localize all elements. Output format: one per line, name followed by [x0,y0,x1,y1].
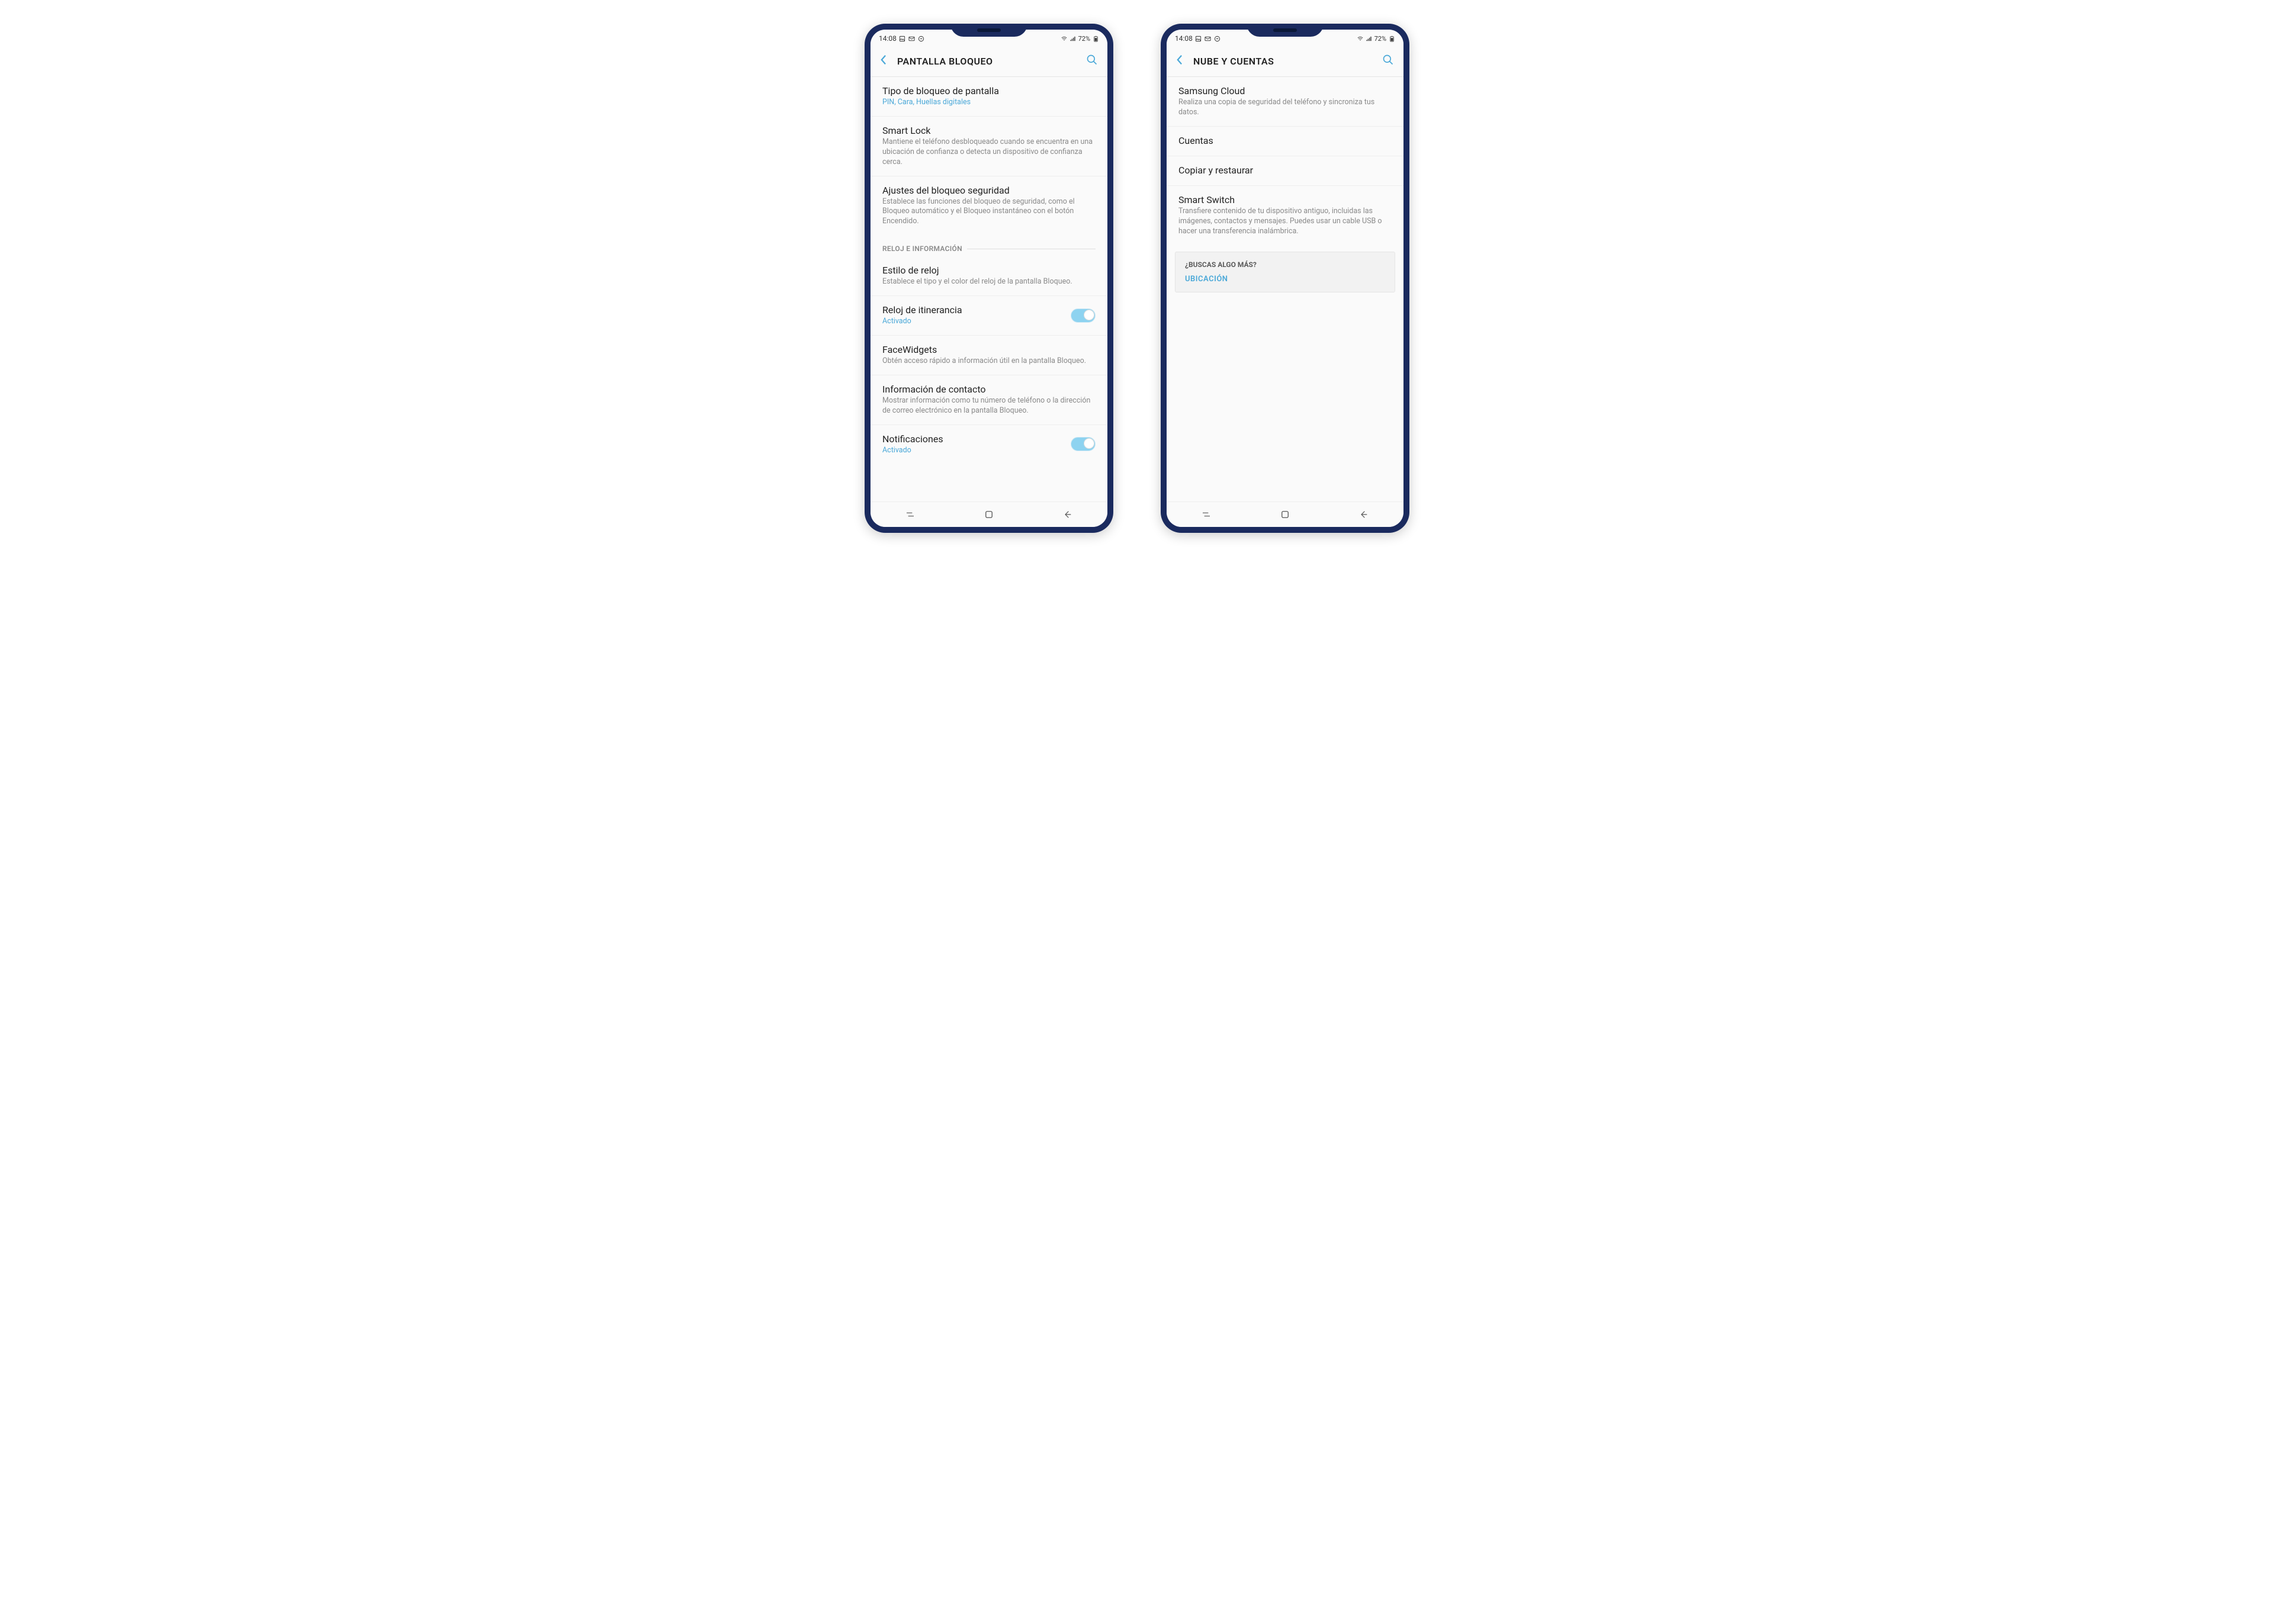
item-screen-lock-type[interactable]: Tipo de bloqueo de pantalla PIN, Cara, H… [871,77,1107,117]
header: PANTALLA BLOQUEO [871,46,1107,77]
item-smart-switch[interactable]: Smart Switch Transfiere contenido de tu … [1167,186,1403,245]
signal-icon [1366,35,1373,42]
search-button[interactable] [1382,54,1394,68]
item-title: Samsung Cloud [1178,85,1392,97]
battery-icon [1388,35,1395,42]
sync-icon [918,35,925,42]
notch [950,24,1027,37]
battery-percent: 72% [1078,35,1090,43]
item-title: Ajustes del bloqueo seguridad [882,185,1096,196]
page-title: NUBE Y CUENTAS [1193,56,1382,67]
mail-icon [908,35,916,42]
home-button[interactable] [1273,509,1297,520]
back-nav-button[interactable] [1352,510,1376,519]
phone-left: 14:08 72% PANTALLA BLOQUEO Tipo de bloqu… [865,24,1113,533]
wifi-icon [1061,35,1068,42]
item-sub: Mantiene el teléfono desbloqueado cuando… [882,137,1096,168]
item-sub: Activado [882,446,1071,456]
item-sub: Mostrar información como tu número de te… [882,396,1096,416]
more-question: ¿BUSCAS ALGO MÁS? [1185,261,1385,269]
item-title: Tipo de bloqueo de pantalla [882,85,1096,97]
signal-icon [1069,35,1077,42]
sync-icon [1214,35,1221,42]
item-title: Notificaciones [882,433,1071,445]
item-title: Smart Lock [882,125,1096,136]
item-roaming-clock[interactable]: Reloj de itinerancia Activado [871,296,1107,336]
mail-icon [1205,35,1212,42]
location-link[interactable]: UBICACIÓN [1185,275,1385,284]
item-backup-restore[interactable]: Copiar y restaurar [1167,156,1403,186]
item-sub: Establece las funciones del bloqueo de s… [882,197,1096,227]
image-icon [899,35,906,42]
notifications-toggle[interactable] [1071,437,1096,451]
item-title: Copiar y restaurar [1178,165,1392,176]
item-sub: Activado [882,317,1071,327]
item-sub: Obtén acceso rápido a información útil e… [882,356,1096,366]
header: NUBE Y CUENTAS [1167,46,1403,77]
item-title: Cuentas [1178,135,1392,146]
item-sub: Establece el tipo y el color del reloj d… [882,277,1096,287]
item-smart-lock[interactable]: Smart Lock Mantiene el teléfono desbloqu… [871,117,1107,176]
back-button[interactable] [880,54,887,68]
item-title: Smart Switch [1178,194,1392,205]
screen-left: 14:08 72% PANTALLA BLOQUEO Tipo de bloqu… [871,30,1107,527]
item-title: Información de contacto [882,384,1096,395]
settings-list[interactable]: Tipo de bloqueo de pantalla PIN, Cara, H… [871,77,1107,501]
back-button[interactable] [1176,54,1183,68]
screen-right: 14:08 72% NUBE Y CUENTAS Samsung Cloud [1167,30,1403,527]
wifi-icon [1357,35,1364,42]
item-sub: Transfiere contenido de tu dispositivo a… [1178,207,1392,237]
nav-bar [1167,501,1403,527]
battery-icon [1092,35,1099,42]
item-clock-style[interactable]: Estilo de reloj Establece el tipo y el c… [871,256,1107,296]
home-button[interactable] [977,509,1001,520]
image-icon [1195,35,1202,42]
settings-list[interactable]: Samsung Cloud Realiza una copia de segur… [1167,77,1403,501]
item-sub: PIN, Cara, Huellas digitales [882,98,1096,108]
item-title: FaceWidgets [882,344,1096,355]
item-samsung-cloud[interactable]: Samsung Cloud Realiza una copia de segur… [1167,77,1403,127]
looking-for-more-box: ¿BUSCAS ALGO MÁS? UBICACIÓN [1175,252,1395,292]
roaming-clock-toggle[interactable] [1071,308,1096,323]
section-clock-info: RELOJ E INFORMACIÓN [871,235,1107,256]
item-notifications[interactable]: Notificaciones Activado [871,425,1107,464]
item-accounts[interactable]: Cuentas [1167,127,1403,156]
page-title: PANTALLA BLOQUEO [897,56,1086,67]
phone-right: 14:08 72% NUBE Y CUENTAS Samsung Cloud [1161,24,1409,533]
nav-bar [871,501,1107,527]
search-button[interactable] [1086,54,1098,68]
recents-button[interactable] [898,510,922,519]
item-title: Reloj de itinerancia [882,304,1071,316]
item-sub: Realiza una copia de seguridad del teléf… [1178,98,1392,118]
item-facewidgets[interactable]: FaceWidgets Obtén acceso rápido a inform… [871,336,1107,375]
recents-button[interactable] [1194,510,1218,519]
battery-percent: 72% [1374,35,1386,43]
item-contact-info[interactable]: Información de contacto Mostrar informac… [871,375,1107,425]
notch [1247,24,1324,37]
item-secure-lock-settings[interactable]: Ajustes del bloqueo seguridad Establece … [871,176,1107,236]
item-title: Estilo de reloj [882,265,1096,276]
back-nav-button[interactable] [1056,510,1080,519]
status-time: 14:08 [1175,34,1193,43]
status-time: 14:08 [879,34,897,43]
